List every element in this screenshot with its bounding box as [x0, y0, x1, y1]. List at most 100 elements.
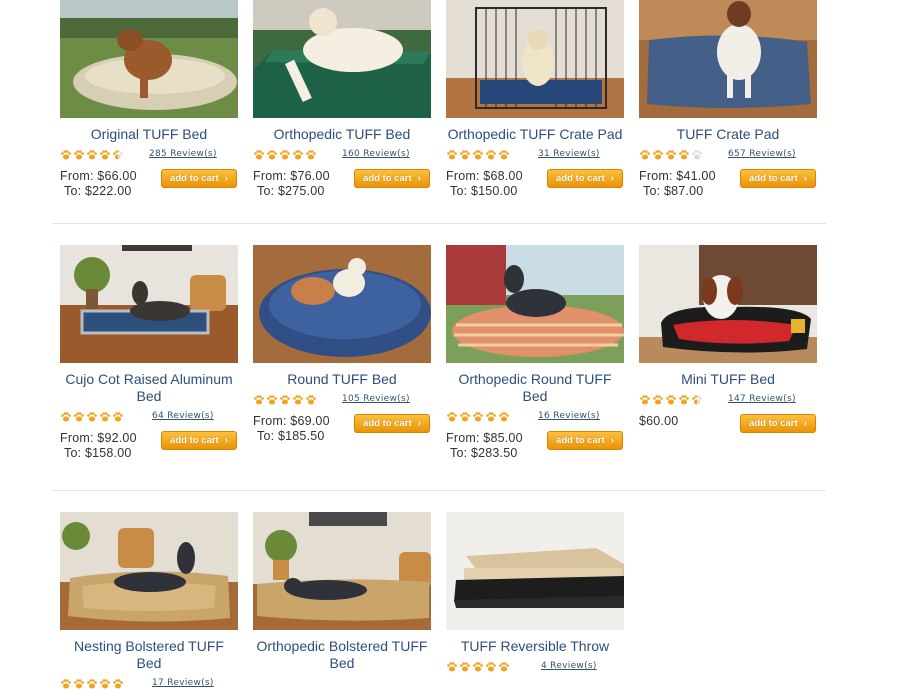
add-to-cart-label: add to cart — [749, 418, 798, 429]
paw-star-icon — [293, 150, 303, 160]
reviews-link[interactable]: 657 Review(s) — [728, 149, 796, 159]
product-title[interactable]: TUFF Crate Pad — [639, 126, 817, 143]
paw-star-icon — [499, 662, 509, 672]
add-to-cart-label: add to cart — [170, 173, 219, 184]
product-card: TUFF Crate Pad 657 Review(s) From: $41.0… — [639, 0, 817, 203]
product-card: Orthopedic TUFF Crate Pad 31 Review(s) F… — [446, 0, 624, 203]
paw-star-icon — [473, 662, 483, 672]
product-title[interactable]: Orthopedic Round TUFF Bed — [446, 371, 624, 405]
star-rating — [446, 661, 510, 673]
chevron-right-icon: › — [610, 435, 614, 446]
product-title[interactable]: Mini TUFF Bed — [639, 371, 817, 388]
product-card: Round TUFF Bed 105 Review(s) From: $69.0… — [253, 245, 431, 448]
product-title[interactable]: Cujo Cot Raised Aluminum Bed — [60, 371, 238, 405]
reviews-link[interactable]: 16 Review(s) — [538, 411, 600, 421]
add-to-cart-button[interactable]: add to cart › — [161, 431, 237, 450]
paw-star-icon — [447, 412, 457, 422]
add-to-cart-button[interactable]: add to cart › — [354, 169, 430, 188]
paw-star-icon — [486, 662, 496, 672]
product-image[interactable] — [253, 512, 431, 630]
paw-star-icon — [61, 150, 71, 160]
paw-star-icon — [87, 150, 97, 160]
star-rating — [639, 149, 703, 161]
add-to-cart-button[interactable]: add to cart › — [740, 169, 816, 188]
reviews-link[interactable]: 17 Review(s) — [152, 678, 214, 688]
paw-star-icon — [267, 395, 277, 405]
paw-star-icon — [280, 395, 290, 405]
product-image[interactable] — [253, 245, 431, 363]
star-rating — [446, 411, 510, 423]
paw-star-icon — [61, 679, 71, 689]
add-to-cart-button[interactable]: add to cart › — [547, 431, 623, 450]
product-title[interactable]: Orthopedic Bolstered TUFF Bed — [253, 638, 431, 672]
paw-star-icon — [486, 150, 496, 160]
paw-star-icon — [692, 150, 702, 160]
product-image[interactable] — [446, 0, 624, 118]
paw-star-icon — [499, 150, 509, 160]
reviews-link[interactable]: 285 Review(s) — [149, 149, 217, 159]
star-rating — [60, 678, 124, 690]
paw-star-icon — [87, 679, 97, 689]
product-title[interactable]: Round TUFF Bed — [253, 371, 431, 388]
product-title[interactable]: Orthopedic TUFF Bed — [253, 126, 431, 143]
star-rating — [253, 394, 317, 406]
chevron-right-icon: › — [417, 418, 421, 429]
add-to-cart-button[interactable]: add to cart › — [740, 414, 816, 433]
product-image[interactable] — [60, 245, 238, 363]
reviews-link[interactable]: 105 Review(s) — [342, 394, 410, 404]
product-title[interactable]: Nesting Bolstered TUFF Bed — [60, 638, 238, 672]
paw-star-icon — [679, 150, 689, 160]
product-title[interactable]: Original TUFF Bed — [60, 126, 238, 143]
product-title[interactable]: TUFF Reversible Throw — [446, 638, 624, 655]
reviews-link[interactable]: 31 Review(s) — [538, 149, 600, 159]
reviews-link[interactable]: 64 Review(s) — [152, 411, 214, 421]
add-to-cart-button[interactable]: add to cart › — [547, 169, 623, 188]
paw-star-icon — [486, 412, 496, 422]
product-title[interactable]: Orthopedic TUFF Crate Pad — [446, 126, 624, 143]
chevron-right-icon: › — [610, 173, 614, 184]
product-image[interactable] — [446, 245, 624, 363]
add-to-cart-label: add to cart — [363, 418, 412, 429]
paw-star-icon — [653, 150, 663, 160]
paw-star-icon — [254, 395, 264, 405]
paw-star-icon — [293, 395, 303, 405]
add-to-cart-label: add to cart — [556, 435, 605, 446]
star-rating — [60, 411, 124, 423]
reviews-link[interactable]: 147 Review(s) — [728, 394, 796, 404]
paw-star-icon — [460, 412, 470, 422]
product-card: Orthopedic Round TUFF Bed 16 Review(s) F… — [446, 245, 624, 465]
product-card: TUFF Reversible Throw 4 Review(s) — [446, 512, 624, 675]
product-card: Orthopedic TUFF Bed 160 Review(s) From: … — [253, 0, 431, 203]
chevron-right-icon: › — [417, 173, 421, 184]
row-divider — [52, 223, 826, 224]
star-rating — [446, 149, 510, 161]
chevron-right-icon: › — [224, 173, 228, 184]
reviews-link[interactable]: 160 Review(s) — [342, 149, 410, 159]
product-image[interactable] — [60, 0, 238, 118]
paw-star-icon — [499, 412, 509, 422]
star-rating — [253, 149, 317, 161]
reviews-link[interactable]: 4 Review(s) — [541, 661, 597, 671]
add-to-cart-button[interactable]: add to cart › — [161, 169, 237, 188]
chevron-right-icon: › — [803, 173, 807, 184]
paw-star-icon — [280, 150, 290, 160]
star-rating — [60, 149, 124, 161]
product-card: Mini TUFF Bed 147 Review(s) $60.00 add t… — [639, 245, 817, 448]
add-to-cart-label: add to cart — [749, 173, 798, 184]
paw-star-icon — [100, 150, 110, 160]
add-to-cart-button[interactable]: add to cart › — [354, 414, 430, 433]
paw-star-icon — [100, 679, 110, 689]
paw-star-icon — [306, 150, 316, 160]
product-card: Orthopedic Bolstered TUFF Bed — [253, 512, 431, 672]
product-image[interactable] — [446, 512, 624, 630]
product-image[interactable] — [639, 245, 817, 363]
product-image[interactable] — [253, 0, 431, 118]
add-to-cart-label: add to cart — [556, 173, 605, 184]
paw-star-icon — [692, 395, 702, 405]
paw-star-icon — [666, 150, 676, 160]
product-card: Nesting Bolstered TUFF Bed 17 Review(s) — [60, 512, 238, 692]
product-image[interactable] — [60, 512, 238, 630]
product-image[interactable] — [639, 0, 817, 118]
paw-star-icon — [113, 150, 123, 160]
chevron-right-icon: › — [803, 418, 807, 429]
